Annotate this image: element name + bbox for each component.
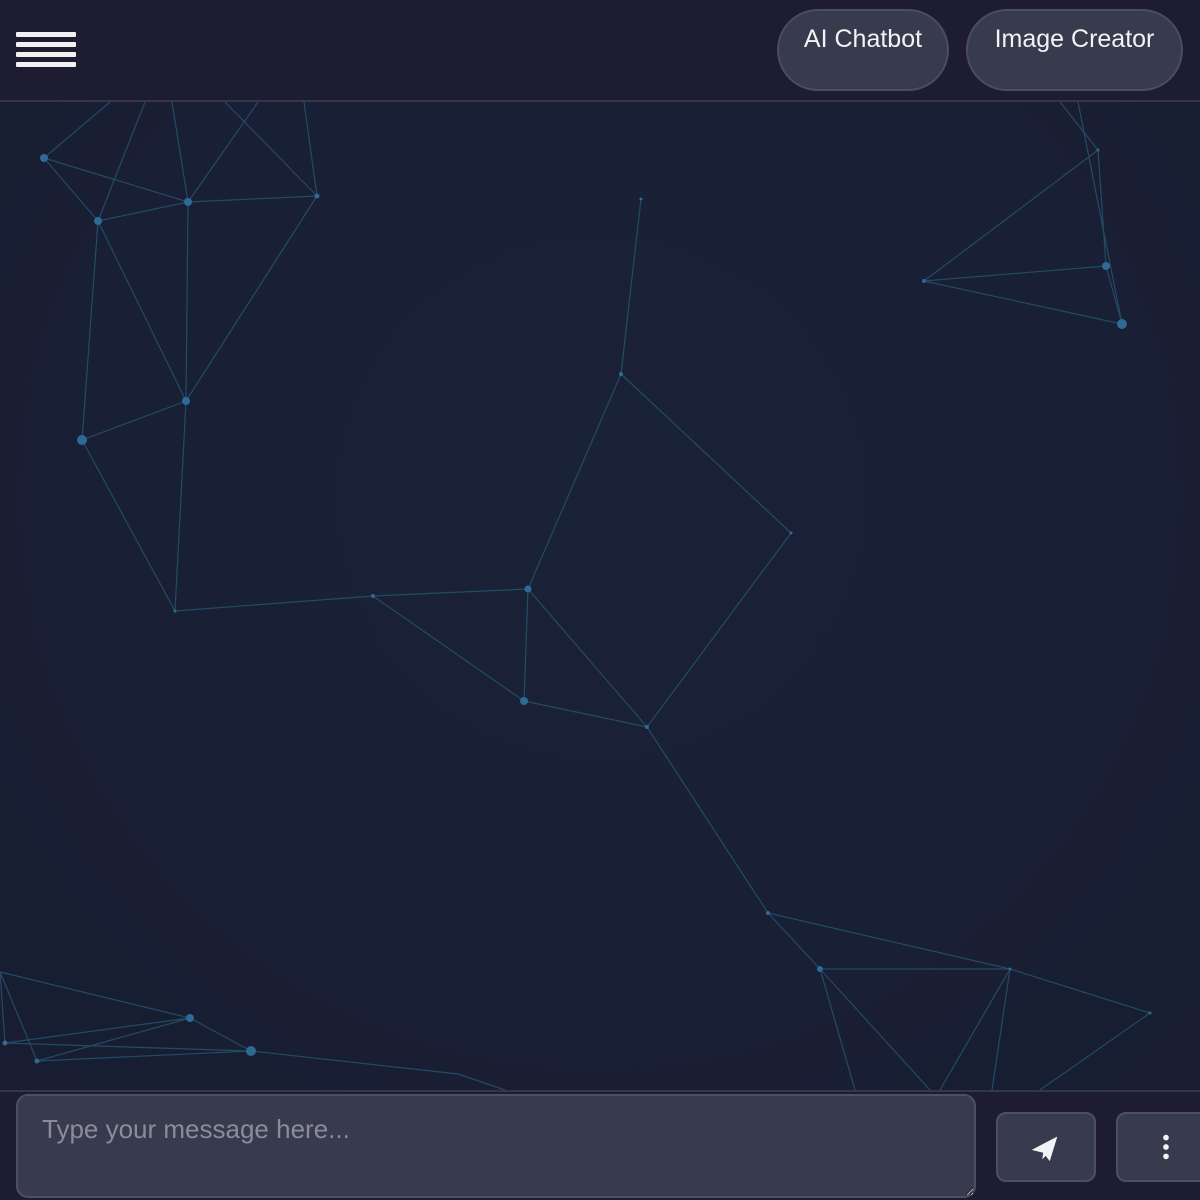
paper-plane-icon — [1031, 1136, 1058, 1162]
app-window: AI Chatbot Image Creator — [0, 0, 1200, 1200]
network-graph-decoration — [0, 102, 1152, 1090]
message-input[interactable] — [16, 1094, 976, 1198]
nav-ai-chatbot-button[interactable]: AI Chatbot — [777, 9, 949, 91]
more-options-button[interactable] — [1116, 1112, 1200, 1182]
network-background-canvas — [0, 102, 1200, 1090]
nav-image-creator-button[interactable]: Image Creator — [966, 9, 1183, 91]
composer-bar — [0, 1090, 1200, 1200]
send-button[interactable] — [996, 1112, 1096, 1182]
top-bar: AI Chatbot Image Creator — [0, 0, 1200, 102]
hamburger-menu-icon — [14, 32, 78, 72]
menu-button[interactable] — [14, 32, 78, 72]
vertical-ellipsis-icon — [1163, 1134, 1169, 1160]
